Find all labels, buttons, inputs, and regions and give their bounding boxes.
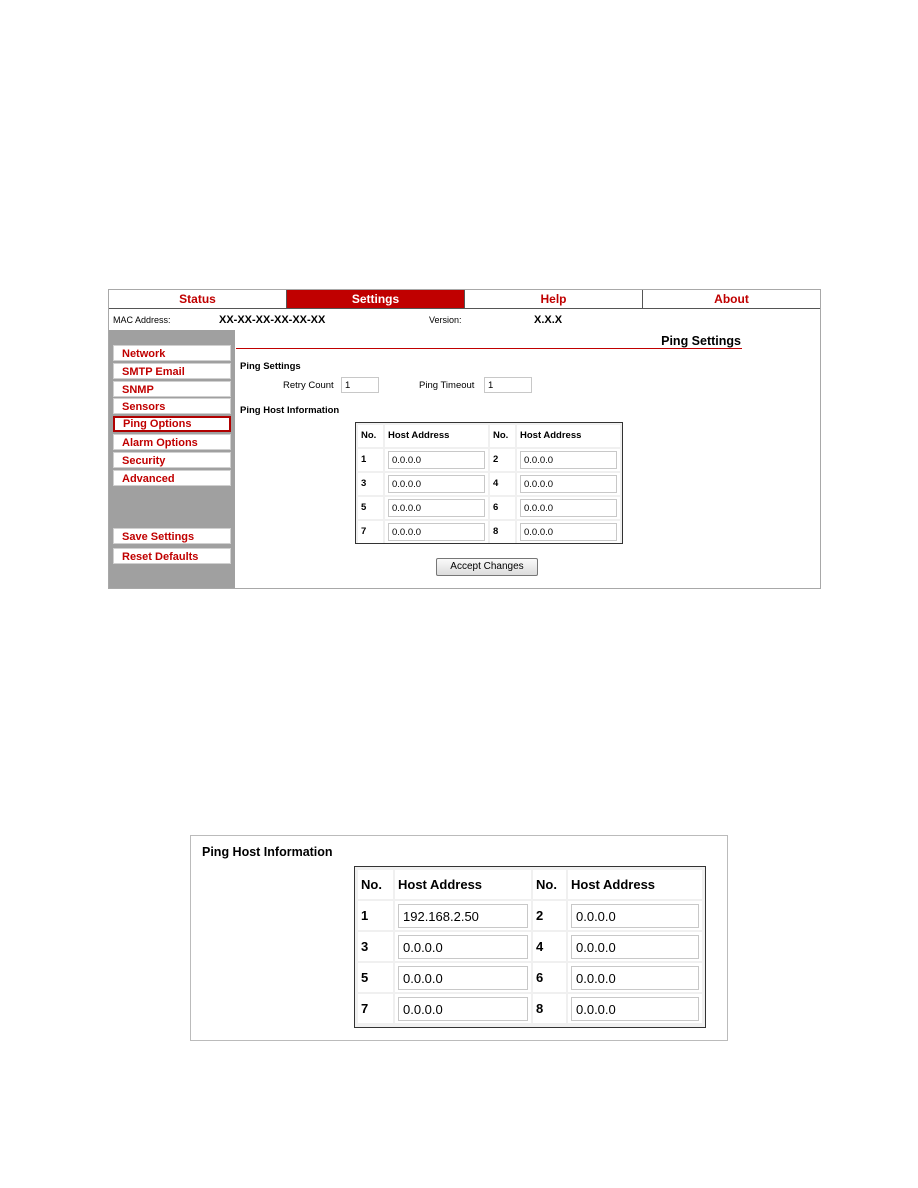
main-content: Ping Settings Ping Settings Retry Count … — [235, 330, 820, 588]
host-address-input[interactable]: 0.0.0.0 — [571, 997, 699, 1021]
ping-host-detail-panel: Ping Host Information No. Host Address N… — [190, 835, 728, 1041]
save-settings-button[interactable]: Save Settings — [113, 527, 231, 544]
tab-settings[interactable]: Settings — [287, 290, 465, 308]
device-info-bar: MAC Address: XX-XX-XX-XX-XX-XX Version: … — [109, 309, 820, 331]
ping-settings-heading: Ping Settings — [240, 361, 301, 372]
host-address-input[interactable]: 0.0.0.0 — [388, 523, 485, 541]
host-number: 2 — [490, 449, 515, 471]
host-number: 3 — [358, 473, 383, 495]
settings-panel: Status Settings Help About MAC Address: … — [108, 289, 821, 589]
ping-host-heading: Ping Host Information — [202, 845, 333, 859]
host-address-input[interactable]: 0.0.0.0 — [388, 499, 485, 517]
table-row: 7 0.0.0.0 8 0.0.0.0 — [358, 994, 702, 1023]
host-address-input[interactable]: 0.0.0.0 — [520, 475, 617, 493]
host-address-input[interactable]: 0.0.0.0 — [520, 499, 617, 517]
col-no-header: No. — [358, 425, 383, 447]
host-number: 4 — [490, 473, 515, 495]
host-address-input[interactable]: 0.0.0.0 — [388, 475, 485, 493]
top-nav-tabs: Status Settings Help About — [109, 290, 820, 309]
tab-status[interactable]: Status — [109, 290, 287, 308]
host-number: 1 — [358, 449, 383, 471]
host-number: 3 — [358, 932, 393, 961]
host-address-input[interactable]: 0.0.0.0 — [398, 966, 528, 990]
host-number: 4 — [533, 932, 566, 961]
reset-defaults-button[interactable]: Reset Defaults — [113, 547, 231, 564]
host-number: 8 — [490, 521, 515, 543]
accept-changes-button[interactable]: Accept Changes — [436, 558, 538, 576]
host-number: 7 — [358, 994, 393, 1023]
host-number: 2 — [533, 901, 566, 930]
host-address-input[interactable]: 0.0.0.0 — [398, 935, 528, 959]
version-label: Version: — [429, 315, 462, 325]
host-number: 6 — [533, 963, 566, 992]
ping-host-heading: Ping Host Information — [240, 405, 340, 416]
table-row: 7 0.0.0.0 8 0.0.0.0 — [358, 521, 620, 543]
sidebar-item-advanced[interactable]: Advanced — [113, 469, 231, 486]
host-address-input[interactable]: 0.0.0.0 — [571, 935, 699, 959]
sidebar-menu: Network SMTP Email SNMP Sensors Ping Opt… — [113, 345, 231, 565]
mac-address-value: XX-XX-XX-XX-XX-XX — [219, 314, 326, 326]
host-number: 5 — [358, 497, 383, 519]
host-table-detail: No. Host Address No. Host Address 1 192.… — [354, 866, 706, 1028]
host-address-input[interactable]: 0.0.0.0 — [398, 997, 528, 1021]
host-number: 5 — [358, 963, 393, 992]
host-number: 6 — [490, 497, 515, 519]
host-address-input[interactable]: 0.0.0.0 — [520, 451, 617, 469]
sidebar-item-snmp[interactable]: SNMP — [113, 380, 231, 397]
sidebar: Network SMTP Email SNMP Sensors Ping Opt… — [109, 330, 235, 588]
host-number: 7 — [358, 521, 383, 543]
host-address-input[interactable]: 0.0.0.0 — [388, 451, 485, 469]
host-number: 8 — [533, 994, 566, 1023]
table-row: 3 0.0.0.0 4 0.0.0.0 — [358, 932, 702, 961]
sidebar-item-sensors[interactable]: Sensors — [113, 398, 231, 415]
col-no-header: No. — [533, 870, 566, 899]
col-host-header: Host Address — [385, 425, 488, 447]
title-divider — [236, 348, 742, 349]
col-host-header: Host Address — [395, 870, 531, 899]
host-table: No. Host Address No. Host Address 1 0.0.… — [355, 422, 623, 544]
table-row: 1 0.0.0.0 2 0.0.0.0 — [358, 449, 620, 471]
sidebar-item-alarm-options[interactable]: Alarm Options — [113, 433, 231, 450]
mac-address-label: MAC Address: — [113, 315, 171, 325]
host-address-input[interactable]: 0.0.0.0 — [520, 523, 617, 541]
retry-count-input[interactable]: 1 — [341, 377, 379, 393]
host-address-input[interactable]: 0.0.0.0 — [571, 966, 699, 990]
sidebar-item-security[interactable]: Security — [113, 451, 231, 468]
col-host-header: Host Address — [517, 425, 620, 447]
col-no-header: No. — [358, 870, 393, 899]
page-title: Ping Settings — [661, 334, 741, 348]
ping-timeout-label: Ping Timeout — [419, 380, 475, 391]
col-host-header: Host Address — [568, 870, 702, 899]
table-row: 5 0.0.0.0 6 0.0.0.0 — [358, 497, 620, 519]
sidebar-item-ping-options[interactable]: Ping Options — [113, 416, 231, 433]
table-row: 5 0.0.0.0 6 0.0.0.0 — [358, 963, 702, 992]
host-address-input[interactable]: 0.0.0.0 — [571, 904, 699, 928]
host-address-input[interactable]: 192.168.2.50 — [398, 904, 528, 928]
table-row: 1 192.168.2.50 2 0.0.0.0 — [358, 901, 702, 930]
host-table-header: No. Host Address No. Host Address — [358, 425, 620, 447]
ping-timeout-input[interactable]: 1 — [484, 377, 532, 393]
table-row: 3 0.0.0.0 4 0.0.0.0 — [358, 473, 620, 495]
retry-count-label: Retry Count — [283, 380, 334, 391]
sidebar-item-network[interactable]: Network — [113, 345, 231, 361]
tab-about[interactable]: About — [643, 290, 820, 308]
tab-help[interactable]: Help — [465, 290, 643, 308]
host-table-header: No. Host Address No. Host Address — [358, 870, 702, 899]
host-number: 1 — [358, 901, 393, 930]
sidebar-item-smtp-email[interactable]: SMTP Email — [113, 362, 231, 379]
version-value: X.X.X — [534, 314, 563, 326]
col-no-header: No. — [490, 425, 515, 447]
